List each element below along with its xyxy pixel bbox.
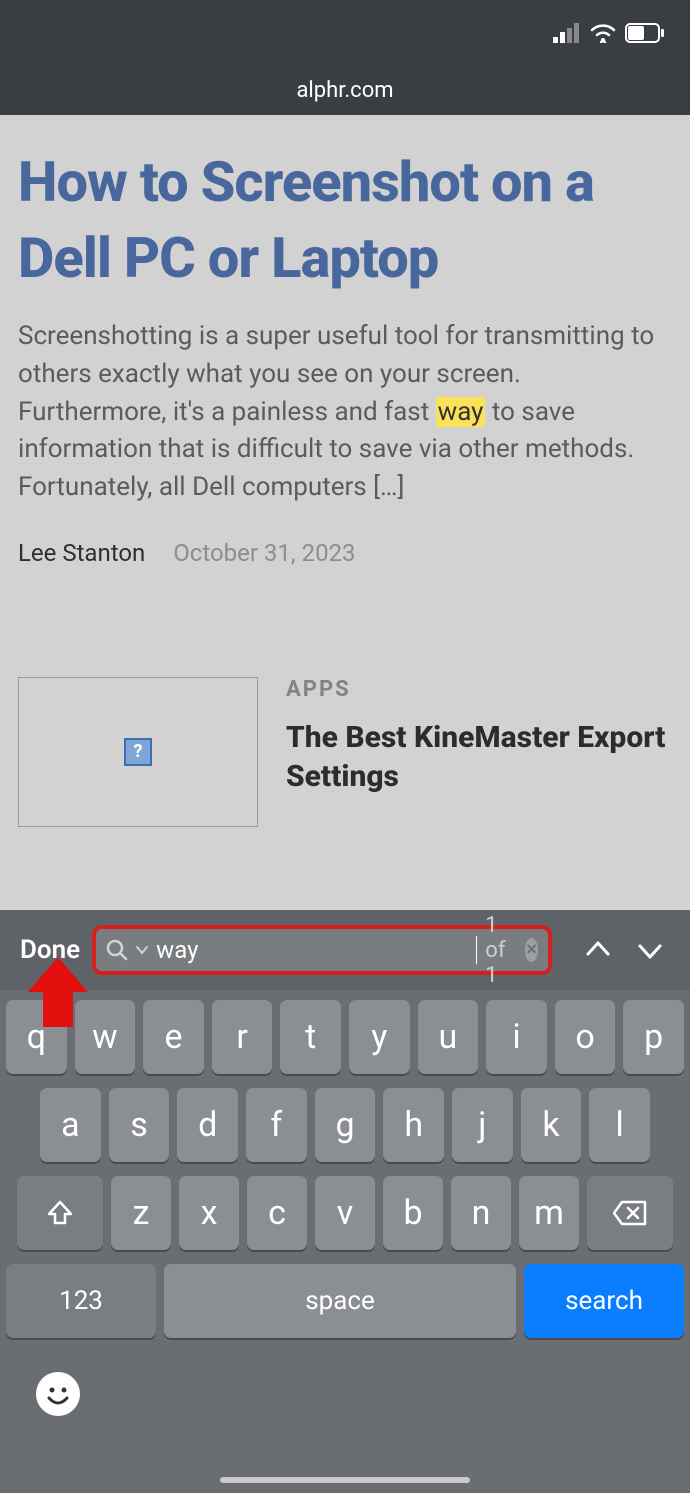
key-a[interactable]: a <box>40 1088 101 1162</box>
search-highlight: way <box>436 397 486 427</box>
key-e[interactable]: e <box>143 1000 204 1074</box>
article-body: Screenshotting is a super useful tool fo… <box>18 318 672 506</box>
key-z[interactable]: z <box>111 1176 171 1250</box>
related-title[interactable]: The Best KineMaster Export Settings <box>286 718 672 796</box>
key-m[interactable]: m <box>519 1176 579 1250</box>
image-placeholder-icon: ? <box>124 738 152 766</box>
keyboard-row-3: zxcvbnm <box>6 1176 684 1250</box>
search-icon <box>106 939 128 961</box>
article-date: October 31, 2023 <box>173 539 355 567</box>
related-info: APPS The Best KineMaster Export Settings <box>286 677 672 827</box>
signal-icon <box>553 23 581 43</box>
find-result-count: 1 of 1 <box>485 913 517 988</box>
key-g[interactable]: g <box>315 1088 376 1162</box>
key-n[interactable]: n <box>451 1176 511 1250</box>
space-key[interactable]: space <box>164 1264 516 1338</box>
keyboard-row-2: asdfghjkl <box>6 1088 684 1162</box>
status-bar <box>0 0 690 65</box>
key-f[interactable]: f <box>246 1088 307 1162</box>
url-bar[interactable]: alphr.com <box>0 65 690 115</box>
key-y[interactable]: y <box>349 1000 410 1074</box>
find-search-field[interactable]: 1 of 1 ✕ <box>92 925 552 975</box>
battery-icon <box>625 23 665 43</box>
key-b[interactable]: b <box>383 1176 443 1250</box>
home-indicator[interactable] <box>220 1477 470 1483</box>
text-cursor <box>476 936 477 964</box>
page-content[interactable]: How to Screenshot on a Dell PC or Laptop… <box>0 115 690 910</box>
article-title[interactable]: How to Screenshot on a Dell PC or Laptop <box>18 145 672 296</box>
emoji-button[interactable] <box>36 1372 80 1416</box>
clear-icon[interactable]: ✕ <box>525 938 539 962</box>
related-category[interactable]: APPS <box>286 677 672 702</box>
key-p[interactable]: p <box>623 1000 684 1074</box>
key-d[interactable]: d <box>177 1088 238 1162</box>
key-l[interactable]: l <box>589 1088 650 1162</box>
find-prev-button[interactable] <box>578 930 618 970</box>
search-key[interactable]: search <box>524 1264 684 1338</box>
key-o[interactable]: o <box>555 1000 616 1074</box>
annotation-arrow-icon <box>28 957 88 1027</box>
chevron-down-icon[interactable] <box>136 944 148 956</box>
find-next-button[interactable] <box>630 930 670 970</box>
key-c[interactable]: c <box>247 1176 307 1250</box>
find-on-page-bar: Done 1 of 1 ✕ <box>0 910 690 990</box>
key-k[interactable]: k <box>521 1088 582 1162</box>
backspace-key[interactable] <box>587 1176 673 1250</box>
keyboard-row-4: 123 space search <box>6 1264 684 1338</box>
key-x[interactable]: x <box>179 1176 239 1250</box>
key-u[interactable]: u <box>418 1000 479 1074</box>
article-author[interactable]: Lee Stanton <box>18 539 145 567</box>
key-s[interactable]: s <box>109 1088 170 1162</box>
article-meta: Lee Stanton October 31, 2023 <box>18 539 672 567</box>
key-i[interactable]: i <box>486 1000 547 1074</box>
key-r[interactable]: r <box>212 1000 273 1074</box>
wifi-icon <box>589 23 617 43</box>
find-input[interactable] <box>156 936 467 964</box>
key-j[interactable]: j <box>452 1088 513 1162</box>
key-h[interactable]: h <box>383 1088 444 1162</box>
keyboard-bottom-row <box>6 1352 684 1416</box>
numbers-key[interactable]: 123 <box>6 1264 156 1338</box>
shift-key[interactable] <box>17 1176 103 1250</box>
keyboard: qwertyuiop asdfghjkl zxcvbnm 123 space s… <box>0 990 690 1493</box>
url-domain: alphr.com <box>296 78 393 103</box>
keyboard-row-1: qwertyuiop <box>6 1000 684 1074</box>
key-v[interactable]: v <box>315 1176 375 1250</box>
related-article[interactable]: ? APPS The Best KineMaster Export Settin… <box>18 677 672 827</box>
related-thumbnail[interactable]: ? <box>18 677 258 827</box>
key-t[interactable]: t <box>280 1000 341 1074</box>
